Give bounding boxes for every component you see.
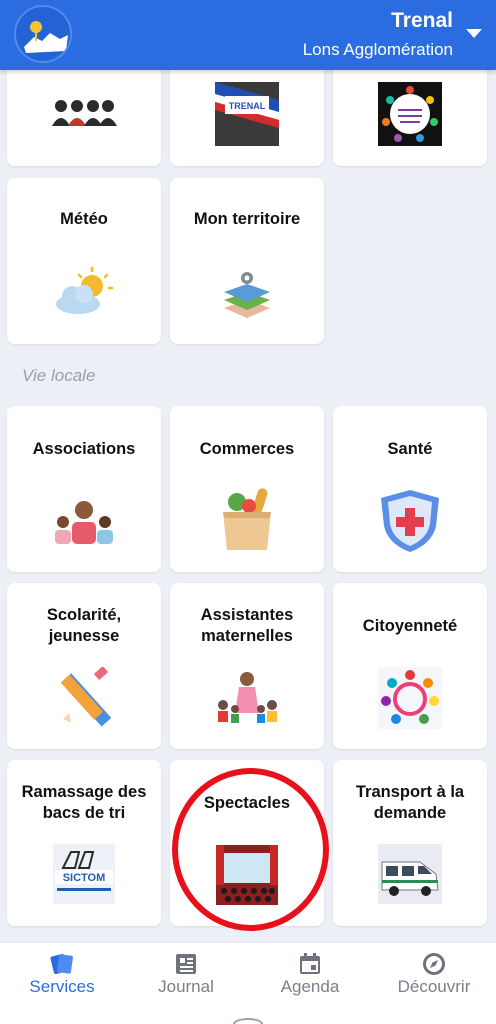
grocery-bag-icon	[223, 488, 271, 550]
home-indicator	[233, 1018, 263, 1024]
tile-spectacles[interactable]: Spectacles	[170, 760, 324, 926]
header-titles[interactable]: Trenal Lons Agglomération	[303, 8, 453, 62]
trenal-mayor-sash-icon: TRENAL	[215, 82, 279, 146]
nav-label: Découvrir	[397, 977, 471, 996]
tile-label: Transport à la demande	[355, 783, 465, 822]
app-header: Trenal Lons Agglomération	[0, 0, 496, 70]
tile-people-group[interactable]	[7, 60, 161, 166]
tile-citoyennete[interactable]: Citoyenneté	[333, 583, 487, 749]
people-icon	[55, 501, 113, 544]
compass-icon	[423, 953, 445, 975]
nav-journal[interactable]: Journal	[124, 943, 248, 1024]
pencil-ruler-icon	[60, 667, 112, 727]
section-title: Vie locale	[22, 366, 96, 385]
health-shield-icon	[381, 490, 439, 552]
town-name: Trenal	[391, 9, 453, 32]
nav-services[interactable]: Services	[0, 943, 124, 1024]
svg-text:SICTOM: SICTOM	[63, 872, 106, 884]
tile-label: Spectacles	[203, 794, 291, 812]
tile-associations[interactable]: Associations	[7, 406, 161, 572]
town-logo-icon	[24, 21, 68, 53]
nav-decouvrir[interactable]: Découvrir	[372, 943, 496, 1024]
tile-label: Scolarité, jeunesse	[46, 606, 122, 645]
tile-mon-territoire[interactable]: Mon territoire	[170, 178, 324, 344]
tile-commerces[interactable]: Commerces	[170, 406, 324, 572]
tile-meteo[interactable]: Météo	[7, 178, 161, 344]
tile-sante[interactable]: Santé	[333, 406, 487, 572]
tile-label: Ramassage des bacs de tri	[21, 783, 147, 822]
nav-label: Services	[29, 977, 95, 996]
tile-label: Santé	[387, 440, 433, 458]
tile-label: Mon territoire	[193, 210, 301, 228]
tile-label: Citoyenneté	[362, 617, 458, 635]
bottom-navigation: Services Journal Agenda Découvrir	[0, 942, 496, 1024]
nav-agenda[interactable]: Agenda	[248, 943, 372, 1024]
calendar-icon	[300, 953, 320, 974]
sictom-truck-icon: SICTOM	[53, 844, 115, 904]
app-screen: Trenal Lons Agglomération TRENAL Météo M…	[0, 0, 496, 1024]
tile-ramassage-bacs[interactable]: Ramassage des bacs de tri SICTOM	[7, 760, 161, 926]
chevron-down-icon[interactable]	[466, 29, 482, 38]
nav-label: Agenda	[280, 977, 340, 996]
newspaper-icon	[176, 954, 196, 974]
people-group-icon	[52, 100, 117, 126]
agglomeration-name: Lons Agglomération	[302, 40, 453, 59]
town-logo[interactable]	[14, 5, 72, 63]
tile-label: Associations	[32, 440, 136, 458]
youth-council-icon	[378, 82, 442, 146]
tile-label: Commerces	[199, 440, 295, 458]
tile-youth-council[interactable]	[333, 60, 487, 166]
nanny-children-icon	[218, 672, 277, 723]
tile-label: Assistantes maternelles	[200, 606, 294, 645]
people-circle-icon	[378, 667, 442, 729]
theater-stage-icon	[216, 845, 278, 905]
tile-scolarite-jeunesse[interactable]: Scolarité, jeunesse	[7, 583, 161, 749]
tile-trenal-mayor[interactable]: TRENAL	[170, 60, 324, 166]
tile-transport-demande[interactable]: Transport à la demande	[333, 760, 487, 926]
tile-label: Météo	[60, 210, 108, 228]
nav-label: Journal	[158, 977, 214, 996]
map-layers-icon	[224, 272, 270, 318]
sun-cloud-icon	[56, 266, 114, 314]
services-cards-icon	[50, 953, 73, 975]
minibus-icon	[378, 844, 442, 904]
svg-text:TRENAL: TRENAL	[229, 101, 266, 111]
tile-assistantes-maternelles[interactable]: Assistantes maternelles	[170, 583, 324, 749]
